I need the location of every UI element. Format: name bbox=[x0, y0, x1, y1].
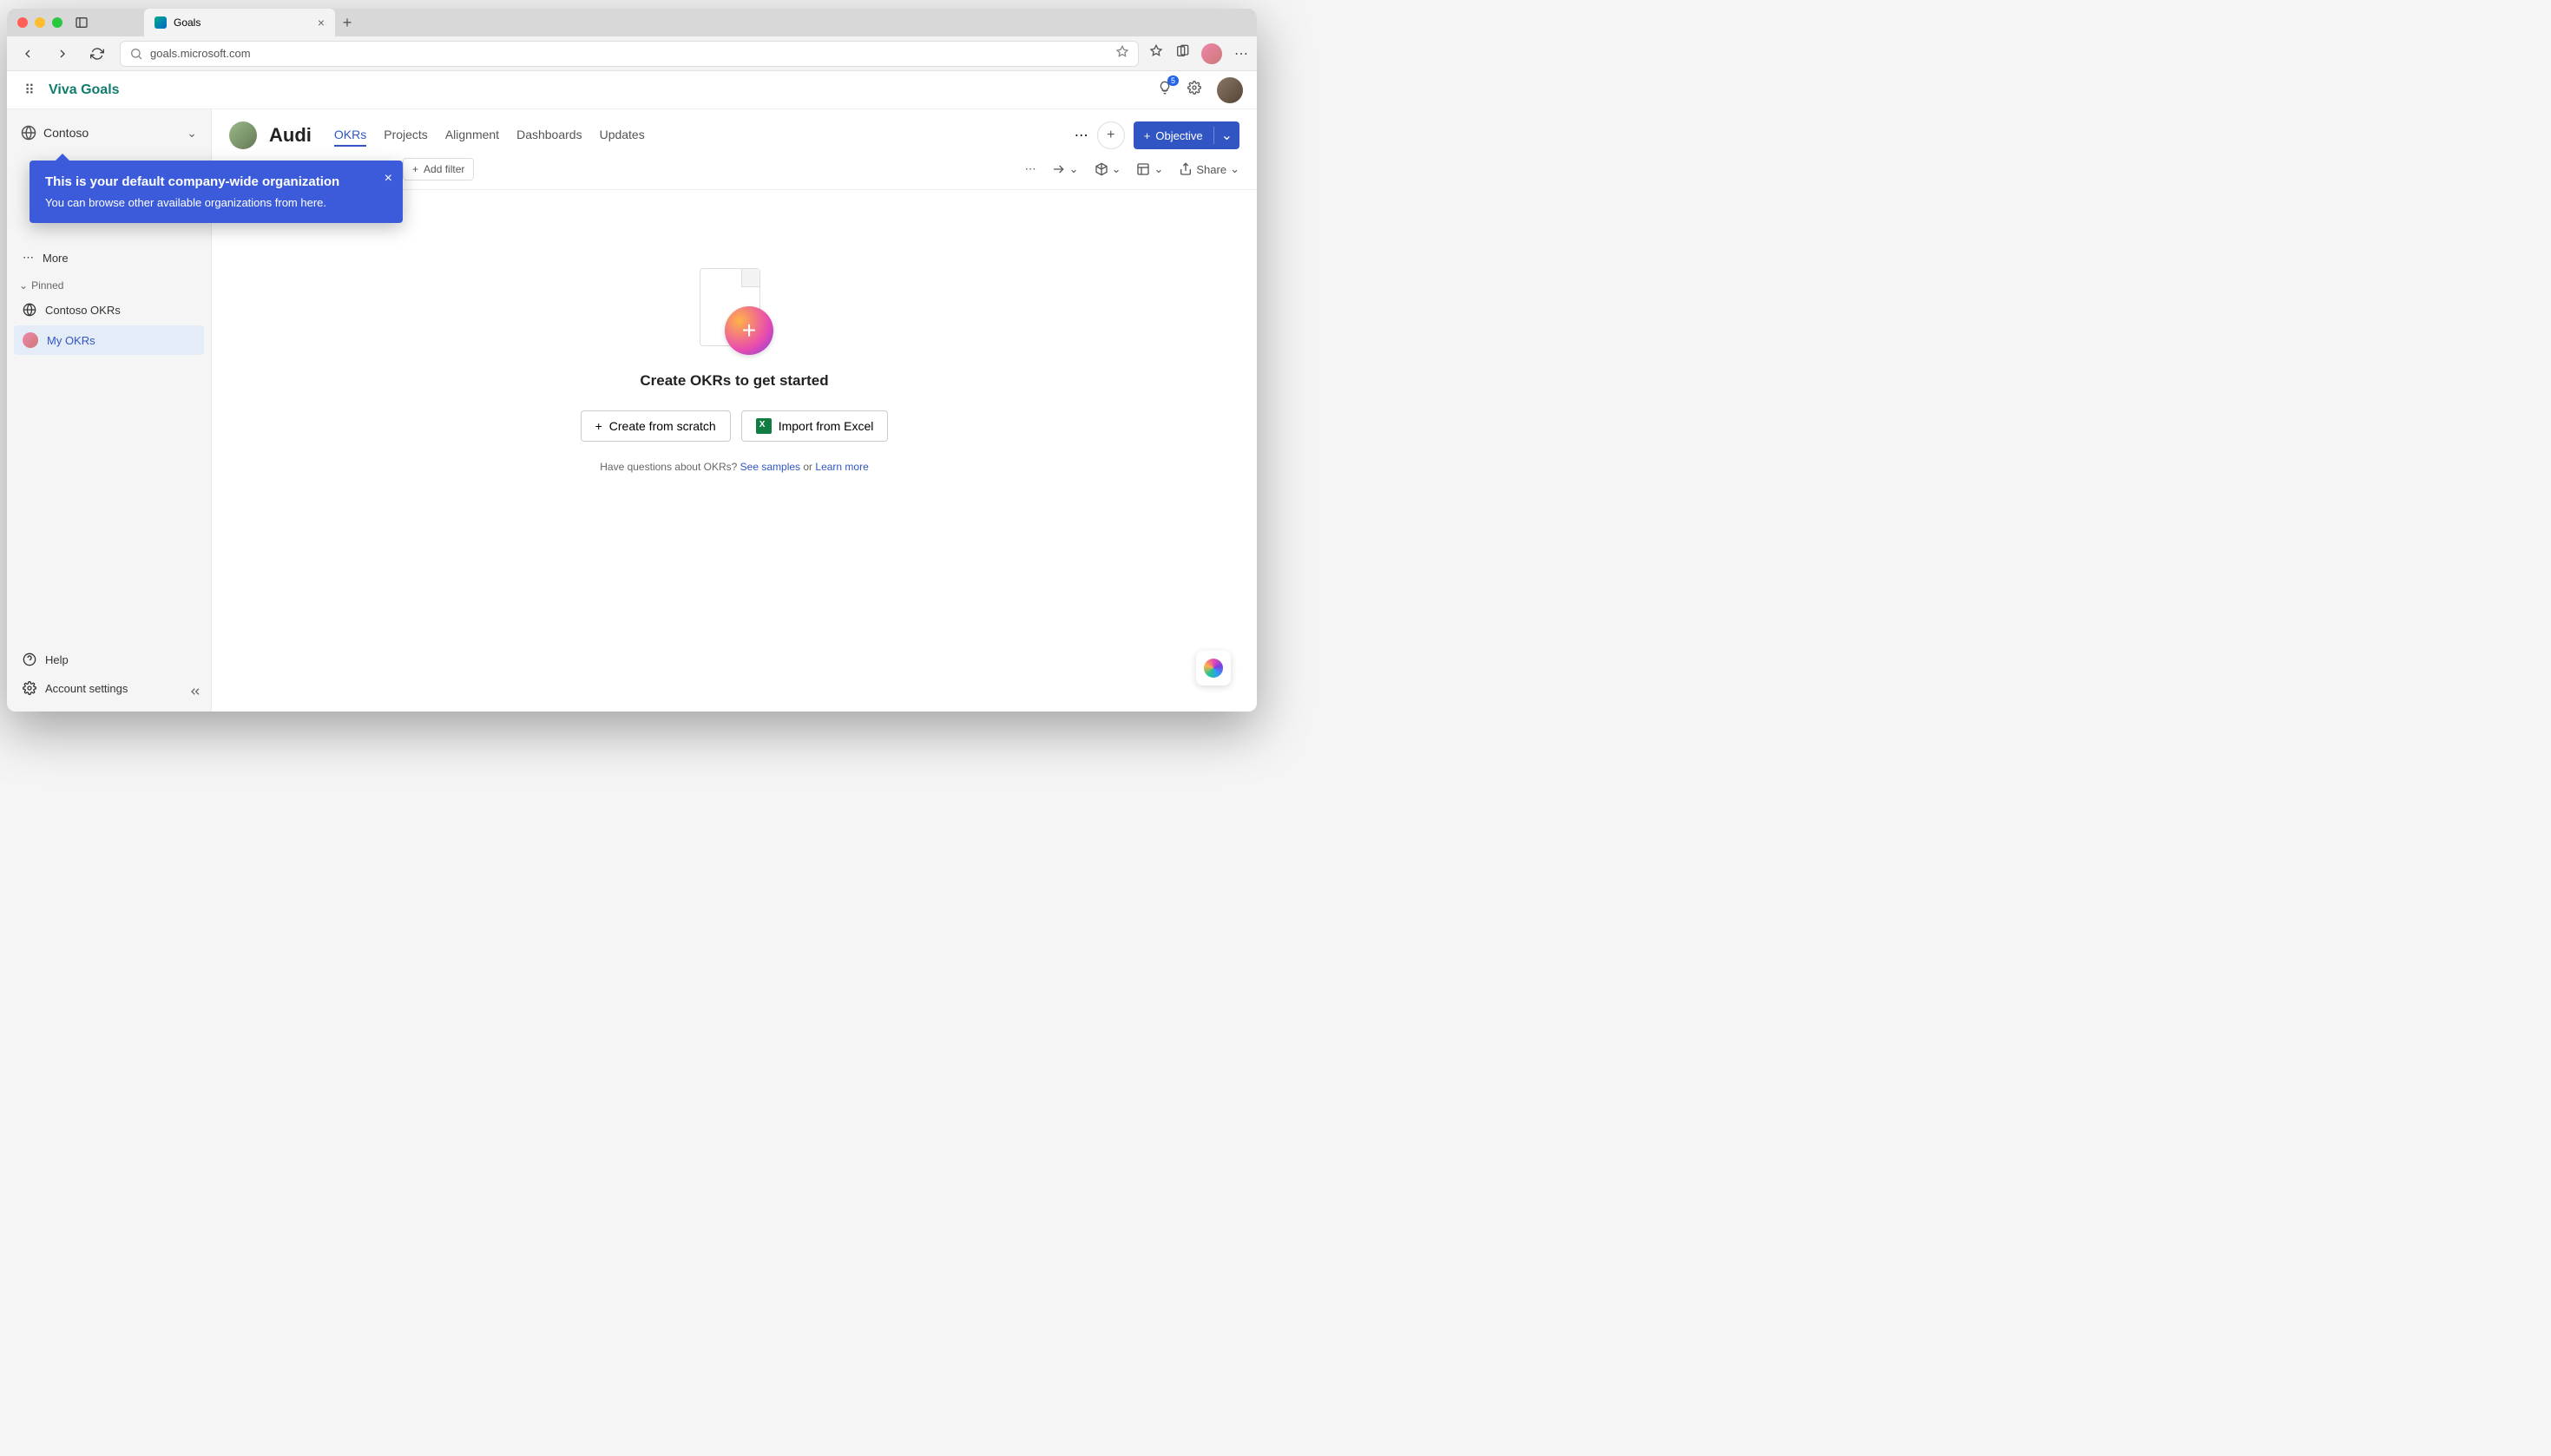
notifications-button[interactable]: 5 bbox=[1158, 81, 1172, 99]
browser-menu-icon[interactable]: ⋯ bbox=[1234, 45, 1248, 62]
empty-illustration: + bbox=[695, 268, 773, 355]
sidebar-more[interactable]: ⋯ More bbox=[14, 244, 204, 272]
objective-button[interactable]: +Objective ⌄ bbox=[1134, 121, 1239, 149]
browser-toolbar: goals.microsoft.com ⋯ bbox=[7, 36, 1257, 71]
tab-favicon bbox=[155, 16, 167, 29]
pinned-item-my-okrs[interactable]: My OKRs bbox=[14, 325, 204, 355]
toolbar-more-button[interactable]: ⋯ bbox=[1025, 162, 1036, 176]
avatar-icon bbox=[23, 332, 38, 348]
objective-split-chevron[interactable]: ⌄ bbox=[1213, 127, 1239, 144]
pinned-item-contoso-okrs[interactable]: Contoso OKRs bbox=[14, 296, 204, 324]
pinned-section-header[interactable]: ⌄ Pinned bbox=[14, 272, 204, 295]
url-text: goals.microsoft.com bbox=[150, 47, 251, 60]
page-title: Audi bbox=[269, 124, 312, 147]
maximize-window-button[interactable] bbox=[52, 17, 62, 28]
site-permissions-icon[interactable] bbox=[1115, 45, 1129, 62]
new-tab-button[interactable]: + bbox=[335, 14, 359, 32]
tab-title: Goals bbox=[174, 16, 201, 29]
tab-updates[interactable]: Updates bbox=[600, 124, 645, 147]
add-button[interactable]: + bbox=[1097, 121, 1125, 149]
tab-projects[interactable]: Projects bbox=[384, 124, 428, 147]
page-tabs: OKRs Projects Alignment Dashboards Updat… bbox=[334, 124, 645, 147]
app-launcher-icon[interactable]: ⠿ bbox=[21, 82, 38, 99]
gear-icon bbox=[1187, 81, 1201, 95]
entity-avatar bbox=[229, 121, 257, 149]
reload-button[interactable] bbox=[85, 42, 109, 66]
collapse-sidebar-button[interactable] bbox=[188, 685, 202, 703]
app-brand: Viva Goals bbox=[49, 82, 120, 98]
callout-body: You can browse other available organizat… bbox=[45, 196, 387, 209]
sidebar-toggle-icon[interactable] bbox=[69, 10, 94, 35]
more-icon: ⋯ bbox=[23, 251, 34, 265]
share-button[interactable]: Share ⌄ bbox=[1179, 162, 1239, 176]
share-icon bbox=[1179, 162, 1193, 176]
copilot-fab[interactable] bbox=[1196, 651, 1231, 685]
plus-icon: + bbox=[412, 163, 418, 175]
notification-badge: 5 bbox=[1167, 75, 1179, 86]
callout-close-button[interactable]: × bbox=[385, 171, 392, 187]
empty-heading: Create OKRs to get started bbox=[640, 372, 828, 390]
empty-state: + Create OKRs to get started + Create fr… bbox=[212, 190, 1257, 712]
window-titlebar: Goals × + bbox=[7, 9, 1257, 36]
account-settings-link[interactable]: Account settings bbox=[14, 674, 204, 702]
excel-icon bbox=[756, 418, 772, 434]
view-cube-button[interactable]: ⌄ bbox=[1095, 162, 1121, 176]
chevron-down-icon: ⌄ bbox=[187, 126, 197, 141]
address-bar[interactable]: goals.microsoft.com bbox=[120, 41, 1139, 67]
plus-icon: + bbox=[595, 419, 602, 433]
tab-close-icon[interactable]: × bbox=[318, 16, 325, 30]
more-label: More bbox=[43, 252, 69, 265]
user-avatar[interactable] bbox=[1217, 77, 1243, 103]
collections-icon[interactable] bbox=[1175, 44, 1189, 62]
favorites-icon[interactable] bbox=[1149, 44, 1163, 62]
page-header: Audi OKRs Projects Alignment Dashboards … bbox=[212, 109, 1257, 149]
learn-more-link[interactable]: Learn more bbox=[815, 461, 868, 473]
forward-button[interactable] bbox=[50, 42, 75, 66]
see-samples-link[interactable]: See samples bbox=[740, 461, 800, 473]
copilot-icon bbox=[1204, 659, 1223, 678]
close-window-button[interactable] bbox=[17, 17, 28, 28]
minimize-window-button[interactable] bbox=[35, 17, 45, 28]
browser-tab[interactable]: Goals × bbox=[144, 9, 335, 36]
chevron-down-icon: ⌄ bbox=[19, 279, 28, 292]
app-header: ⠿ Viva Goals 5 bbox=[7, 71, 1257, 109]
search-icon bbox=[129, 47, 143, 61]
tab-okrs[interactable]: OKRs bbox=[334, 124, 366, 147]
callout-title: This is your default company-wide organi… bbox=[45, 174, 387, 189]
page-more-button[interactable]: ⋯ bbox=[1075, 127, 1088, 144]
org-switcher[interactable]: Contoso ⌄ bbox=[14, 118, 204, 148]
profile-avatar[interactable] bbox=[1201, 43, 1222, 64]
back-button[interactable] bbox=[16, 42, 40, 66]
traffic-lights bbox=[17, 17, 62, 28]
import-from-excel-button[interactable]: Import from Excel bbox=[741, 410, 889, 442]
browser-tabstrip: Goals × + bbox=[144, 9, 359, 36]
tab-alignment[interactable]: Alignment bbox=[445, 124, 499, 147]
settings-button[interactable] bbox=[1187, 81, 1201, 99]
empty-help-text: Have questions about OKRs? See samples o… bbox=[600, 461, 869, 473]
layout-button[interactable]: ⌄ bbox=[1136, 162, 1163, 176]
help-icon bbox=[23, 653, 36, 666]
pinned-label: My OKRs bbox=[47, 334, 95, 347]
org-name: Contoso bbox=[43, 126, 89, 140]
default-org-callout: × This is your default company-wide orga… bbox=[30, 161, 403, 223]
gear-icon bbox=[23, 681, 36, 695]
pinned-label: Contoso OKRs bbox=[45, 304, 121, 317]
create-from-scratch-button[interactable]: + Create from scratch bbox=[581, 410, 731, 442]
globe-icon bbox=[21, 125, 36, 141]
tab-dashboards[interactable]: Dashboards bbox=[516, 124, 582, 147]
globe-icon bbox=[23, 303, 36, 317]
help-link[interactable]: Help bbox=[14, 646, 204, 673]
expand-button[interactable]: ⌄ bbox=[1052, 162, 1079, 176]
add-filter-button[interactable]: + Add filter bbox=[403, 158, 474, 180]
plus-icon: + bbox=[1144, 129, 1151, 142]
